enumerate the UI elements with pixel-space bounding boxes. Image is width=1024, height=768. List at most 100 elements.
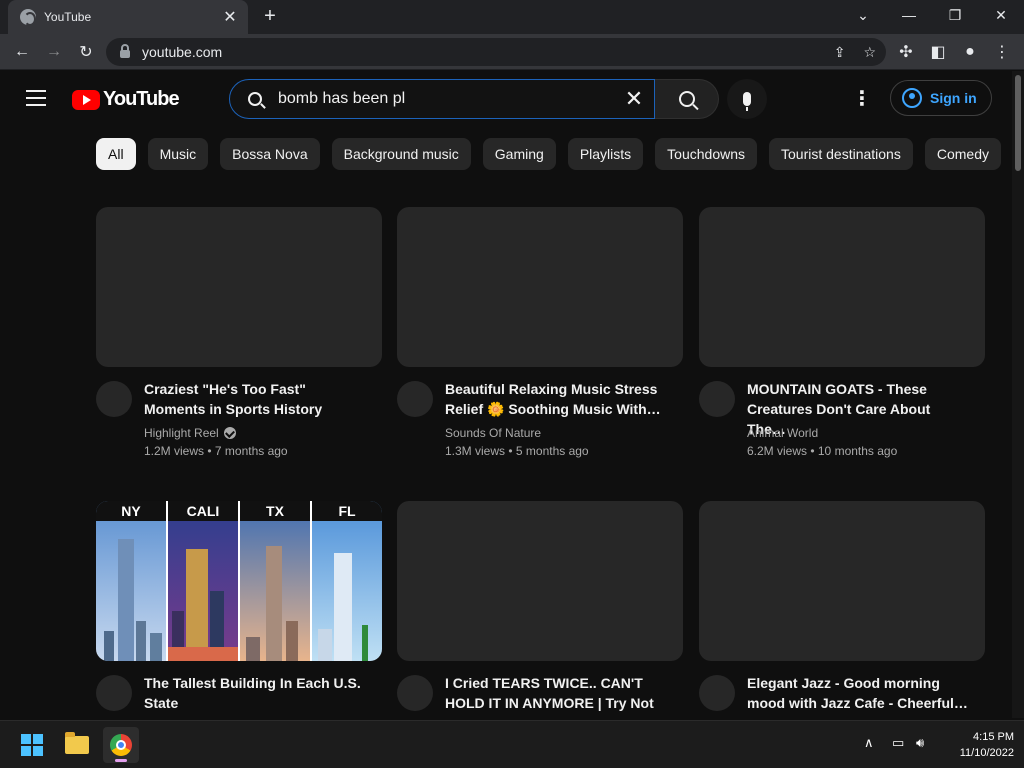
clock-date: 11/10/2022	[959, 747, 1014, 759]
video-thumbnail[interactable]	[699, 207, 985, 367]
skyline-thumbnail-image: NY CALI TX FL	[96, 501, 382, 661]
video-card[interactable]: MOUNTAIN GOATS - These Creatures Don't C…	[699, 207, 985, 479]
video-card[interactable]: Craziest "He's Too Fast" Moments in Spor…	[96, 207, 382, 479]
channel-name-row: Highlight Reel	[144, 426, 236, 440]
clear-search-icon[interactable]: ✕	[614, 86, 654, 112]
browser-toolbar: ← → ↻ youtube.com ⇪ ☆ ✣ ◧ ● ⋮	[0, 34, 1024, 70]
voice-search-button[interactable]	[727, 79, 767, 119]
video-title[interactable]: Beautiful Relaxing Music Stress Relief 🌼…	[445, 379, 670, 419]
tab-youtube[interactable]: YouTube ✕	[8, 0, 248, 34]
chip-touchdowns[interactable]: Touchdowns	[655, 138, 757, 170]
menu-icon[interactable]	[26, 90, 46, 106]
profile-icon[interactable]: ●	[956, 38, 984, 66]
channel-avatar[interactable]	[699, 675, 735, 711]
video-card[interactable]: Elegant Jazz - Good morning mood with Ja…	[699, 501, 985, 718]
chip-background-music[interactable]: Background music	[331, 138, 471, 170]
lock-icon[interactable]	[120, 44, 130, 58]
verified-check-icon	[223, 427, 236, 439]
minimize-button[interactable]: —	[886, 0, 932, 30]
channel-avatar[interactable]	[699, 381, 735, 417]
channel-name[interactable]: Animal World	[747, 426, 818, 440]
chip-comedy[interactable]: Comedy	[924, 138, 1001, 170]
channel-avatar[interactable]	[397, 675, 433, 711]
folder-icon	[65, 732, 89, 754]
video-title[interactable]: I Cried TEARS TWICE.. CAN'T HOLD IT IN A…	[445, 673, 670, 718]
thumbnail-panel: TX	[240, 501, 312, 661]
new-tab-button[interactable]: +	[258, 4, 282, 28]
scrollbar-thumb[interactable]	[1015, 75, 1021, 171]
thumbnail-panel: CALI	[168, 501, 240, 661]
globe-icon	[20, 9, 36, 26]
logo-text: YouTube	[103, 88, 180, 110]
video-card[interactable]: NY CALI TX FL The Tallest Building In Ea…	[96, 501, 382, 718]
volume-icon[interactable]: 🔊︎	[916, 735, 924, 751]
close-window-button[interactable]: ✕	[978, 0, 1024, 30]
thumbnail-label: CALI	[168, 501, 238, 521]
start-button[interactable]	[14, 727, 50, 763]
video-title[interactable]: The Tallest Building In Each U.S. State	[144, 673, 369, 713]
tab-search-icon[interactable]: ⌄	[840, 0, 886, 30]
channel-name[interactable]: Sounds Of Nature	[445, 426, 541, 440]
tab-title: YouTube	[44, 10, 92, 24]
channel-avatar[interactable]	[96, 675, 132, 711]
search-button[interactable]	[655, 79, 719, 119]
channel-name[interactable]: Highlight Reel	[144, 426, 219, 440]
search-icon	[248, 92, 262, 106]
chip-bossa-nova[interactable]: Bossa Nova	[220, 138, 320, 170]
thumbnail-panel: NY	[96, 501, 168, 661]
back-icon[interactable]: ←	[8, 38, 36, 66]
bookmark-star-icon[interactable]: ☆	[863, 44, 876, 61]
restore-button[interactable]: ❐	[932, 0, 978, 30]
channel-name-row: Sounds Of Nature	[445, 426, 541, 440]
channel-avatar[interactable]	[397, 381, 433, 417]
search-icon	[678, 91, 695, 107]
video-stats: 6.2M views • 10 months ago	[747, 444, 898, 458]
thumbnail-label: TX	[240, 501, 310, 521]
chip-music[interactable]: Music	[147, 138, 209, 170]
thumbnail-label: FL	[312, 501, 382, 521]
video-card[interactable]: I Cried TEARS TWICE.. CAN'T HOLD IT IN A…	[397, 501, 683, 718]
chip-tourist-destinations[interactable]: Tourist destinations	[769, 138, 913, 170]
url-text[interactable]: youtube.com	[142, 44, 222, 60]
chip-playlists[interactable]: Playlists	[567, 138, 644, 170]
search-input[interactable]: bomb has been pl ✕	[229, 79, 655, 119]
chrome-taskbar-button[interactable]	[103, 727, 139, 763]
tab-strip: YouTube ✕ + ⌄ — ❐ ✕	[0, 0, 1024, 34]
file-explorer-button[interactable]	[59, 727, 95, 763]
video-stats: 1.3M views • 5 months ago	[445, 444, 589, 458]
chip-gaming[interactable]: Gaming	[482, 138, 556, 170]
chrome-menu-icon[interactable]: ⋮	[988, 38, 1016, 66]
share-icon[interactable]: ⇪	[834, 44, 846, 61]
chip-all[interactable]: All	[96, 138, 136, 170]
taskbar: ∧ ▭ 🔊︎ 4:15 PM 11/10/2022	[0, 720, 1024, 768]
sign-in-label: Sign in	[930, 90, 977, 106]
clock[interactable]: 4:15 PM 11/10/2022	[940, 729, 1014, 761]
extensions-icon[interactable]: ✣	[892, 38, 920, 66]
video-title[interactable]: Elegant Jazz - Good morning mood with Ja…	[747, 673, 972, 713]
show-hidden-icons-chevron-icon[interactable]: ∧	[864, 735, 874, 751]
address-bar[interactable]: youtube.com ⇪ ☆	[106, 38, 886, 66]
youtube-play-icon	[72, 89, 100, 110]
page-scrollbar[interactable]	[1012, 71, 1024, 718]
sign-in-button[interactable]: Sign in	[890, 80, 992, 116]
reload-icon[interactable]: ↻	[72, 38, 100, 66]
video-card[interactable]: Beautiful Relaxing Music Stress Relief 🌼…	[397, 207, 683, 479]
close-tab-icon[interactable]: ✕	[222, 7, 238, 27]
filter-chips: All Music Bossa Nova Background music Ga…	[96, 138, 1012, 170]
youtube-logo[interactable]: YouTube	[72, 88, 180, 111]
side-panel-icon[interactable]: ◧	[924, 38, 952, 66]
video-thumbnail[interactable]	[397, 501, 683, 661]
search-query[interactable]: bomb has been pl	[278, 90, 614, 108]
network-icon[interactable]: ▭	[892, 735, 904, 751]
channel-avatar[interactable]	[96, 381, 132, 417]
forward-icon[interactable]: →	[40, 38, 68, 66]
thumbnail-panel: FL	[312, 501, 382, 661]
video-thumbnail[interactable]: NY CALI TX FL	[96, 501, 382, 661]
video-title[interactable]: Craziest "He's Too Fast" Moments in Spor…	[144, 379, 369, 419]
clock-time: 4:15 PM	[973, 731, 1014, 743]
video-thumbnail[interactable]	[397, 207, 683, 367]
video-thumbnail[interactable]	[96, 207, 382, 367]
windows-logo-icon	[21, 734, 43, 756]
video-thumbnail[interactable]	[699, 501, 985, 661]
settings-more-icon[interactable]: ⋮	[850, 88, 874, 112]
